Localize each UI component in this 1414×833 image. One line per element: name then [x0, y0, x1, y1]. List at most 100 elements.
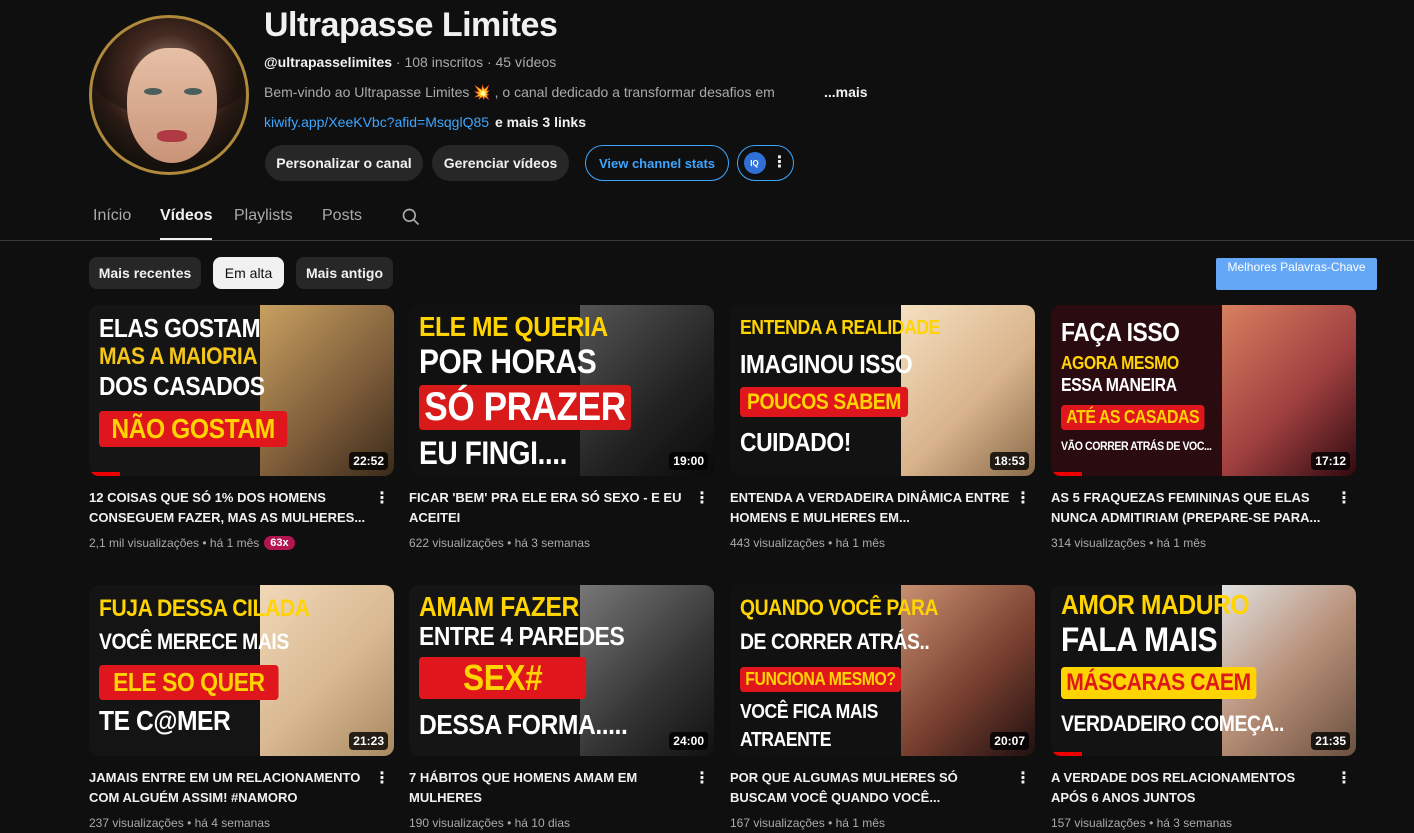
more-vert-icon[interactable]: ⋮ [374, 771, 390, 787]
video-meta: 167 visualizações • há 1 mês [730, 816, 885, 830]
meta-separator: • [1145, 816, 1157, 830]
more-vert-icon[interactable]: ⋮ [374, 491, 390, 507]
avatar-eye [184, 88, 202, 95]
thumbnail-text: ESSA MANEIRA [1061, 375, 1177, 395]
tab-playlists[interactable]: Playlists [234, 207, 293, 225]
meta-separator: • [824, 536, 836, 550]
thumbnail-text: AMAM FAZER [419, 591, 579, 622]
more-vert-icon[interactable]: ⋮ [694, 771, 710, 787]
video-thumbnail[interactable]: ENTENDA A REALIDADE IMAGINOU ISSO POUCOS S… [730, 305, 1035, 476]
avatar-lips [157, 130, 187, 142]
video-duration: 19:00 [669, 452, 708, 470]
meta-separator: • [503, 816, 515, 830]
channel-avatar[interactable] [89, 15, 249, 175]
chip-mais-recentes[interactable]: Mais recentes [89, 257, 201, 289]
video-thumbnail[interactable]: ELAS GOSTAM MAS A MAIORIA DOS CASADOS NÃO G… [89, 305, 394, 476]
customize-channel-button[interactable]: Personalizar o canal [265, 145, 423, 181]
outlier-badge: 63x [264, 536, 295, 550]
video-card[interactable]: FAÇA ISSO AGORA MESMO ESSA MANEIRA ATÉ AS C… [1051, 305, 1356, 550]
video-card[interactable]: ENTENDA A REALIDADE IMAGINOU ISSO POUCOS S… [730, 305, 1035, 550]
thumbnail-text: FALA MAIS [1061, 621, 1218, 659]
video-duration: 24:00 [669, 732, 708, 750]
video-title[interactable]: 7 HÁBITOS QUE HOMENS AMAM EM MULHERES [409, 768, 689, 808]
thumbnail-photo [1221, 305, 1356, 476]
avatar-face [127, 48, 217, 163]
video-duration: 20:07 [990, 732, 1029, 750]
thumbnail-text: CUIDADO! [740, 427, 851, 457]
video-card[interactable]: FUJA DESSA CILADA VOCÊ MERECE MAIS ELE SO … [89, 585, 394, 830]
video-meta: 443 visualizações • há 1 mês [730, 536, 885, 550]
channel-title: Ultrapasse Limites [264, 6, 558, 44]
video-card[interactable]: ELAS GOSTAM MAS A MAIORIA DOS CASADOS NÃO G… [89, 305, 394, 550]
channel-links: kiwify.app/XeeKVbc?afid=MsqglQ85 e mais … [264, 114, 586, 130]
video-card[interactable]: AMAM FAZER ENTRE 4 PAREDES SEX# DESSA FORMA… [409, 585, 714, 830]
video-card[interactable]: ELE ME QUERIA POR HORAS SÓ PRAZER EU FINGI.… [409, 305, 714, 550]
video-title[interactable]: A VERDADE DOS RELACIONAMENTOS APÓS 6 ANO… [1051, 768, 1331, 808]
thumbnail-text: FUJA DESSA CILADA [99, 595, 310, 622]
thumbnail-text: EU FINGI.... [419, 435, 568, 471]
description-more-link[interactable]: ...mais [824, 84, 868, 100]
video-thumbnail[interactable]: FAÇA ISSO AGORA MESMO ESSA MANEIRA ATÉ AS C… [1051, 305, 1356, 476]
video-thumbnail[interactable]: QUANDO VOCÊ PARA DE CORRER ATRÁS.. FUNCION… [730, 585, 1035, 756]
manage-videos-button[interactable]: Gerenciar vídeos [432, 145, 569, 181]
more-links[interactable]: e mais 3 links [495, 114, 586, 130]
thumbnail-text: AGORA MESMO [1061, 353, 1179, 373]
thumbnail-text: FUNCIONA MESMO? [740, 667, 901, 692]
thumbnail-text: MAS A MAIORIA [99, 343, 258, 370]
meta-separator: • [824, 816, 836, 830]
thumbnail-text: ELE ME QUERIA [419, 311, 608, 342]
video-card[interactable]: QUANDO VOCÊ PARA DE CORRER ATRÁS.. FUNCION… [730, 585, 1035, 830]
thumbnail-text: VÃO CORRER ATRÁS DE VOC... [1061, 439, 1212, 453]
video-card[interactable]: AMOR MADURO FALA MAIS MÁSCARAS CAEM VERDADE… [1051, 585, 1356, 830]
tab-videos[interactable]: Vídeos [160, 207, 213, 240]
video-views: 2,1 mil visualizações [89, 536, 200, 550]
thumbnail-text: DE CORRER ATRÁS.. [740, 629, 930, 654]
video-duration: 18:53 [990, 452, 1029, 470]
channel-description[interactable]: Bem-vindo ao Ultrapasse Limites 💥 , o ca… [264, 84, 868, 101]
chip-mais-antigo[interactable]: Mais antigo [296, 257, 393, 289]
chip-em-alta[interactable]: Em alta [213, 257, 284, 289]
view-channel-stats-button[interactable]: View channel stats [585, 145, 729, 181]
thumbnail-text: VOCÊ FICA MAIS [740, 701, 878, 723]
thumbnail-text: VOCÊ MERECE MAIS [99, 629, 289, 654]
video-views: 622 visualizações [409, 536, 504, 550]
video-thumbnail[interactable]: AMAM FAZER ENTRE 4 PAREDES SEX# DESSA FORMA… [409, 585, 714, 756]
more-vert-icon[interactable]: ⋮ [694, 491, 710, 507]
more-vert-icon[interactable]: ⋮ [1015, 771, 1031, 787]
video-title[interactable]: JAMAIS ENTRE EM UM RELACIONAMENTO COM AL… [89, 768, 369, 808]
video-title[interactable]: 12 COISAS QUE SÓ 1% DOS HOMENS CONSEGUEM… [89, 488, 369, 528]
thumbnail-text: DESSA FORMA..... [419, 709, 628, 740]
search-icon[interactable] [401, 207, 421, 227]
tab-inicio[interactable]: Início [93, 207, 131, 225]
video-views: 237 visualizações [89, 816, 184, 830]
thumbnail-text: MÁSCARAS CAEM [1061, 667, 1256, 699]
video-thumbnail[interactable]: ELE ME QUERIA POR HORAS SÓ PRAZER EU FINGI.… [409, 305, 714, 476]
more-vert-icon[interactable]: ⋮ [1336, 771, 1352, 787]
meta-separator: • [183, 816, 195, 830]
best-keywords-button[interactable]: Melhores Palavras-Chave [1216, 258, 1377, 290]
video-title[interactable]: FICAR 'BEM' PRA ELE ERA SÓ SEXO - E EU A… [409, 488, 689, 528]
video-age: há 10 dias [514, 816, 570, 830]
video-thumbnail[interactable]: AMOR MADURO FALA MAIS MÁSCARAS CAEM VERDADE… [1051, 585, 1356, 756]
thumbnail-text: ATÉ AS CASADAS [1061, 405, 1205, 430]
meta-separator: • [503, 536, 515, 550]
video-thumbnail[interactable]: FUJA DESSA CILADA VOCÊ MERECE MAIS ELE SO … [89, 585, 394, 756]
video-meta: 2,1 mil visualizações • há 1 mês 63x [89, 536, 295, 550]
thumbnail-text: QUANDO VOCÊ PARA [740, 595, 939, 620]
thumbnail-photo [259, 305, 394, 476]
video-title[interactable]: AS 5 FRAQUEZAS FEMININAS QUE ELAS NUNCA … [1051, 488, 1331, 528]
extension-menu-button[interactable]: IQ ⋮ [737, 145, 794, 181]
thumbnail-text: ELAS GOSTAM [99, 313, 261, 343]
video-title[interactable]: ENTENDA A VERDADEIRA DINÂMICA ENTRE HOME… [730, 488, 1010, 528]
channel-stats: · 108 inscritos · 45 vídeos [392, 54, 557, 70]
video-age: há 3 semanas [514, 536, 590, 550]
more-vert-icon[interactable]: ⋮ [1336, 491, 1352, 507]
video-age: há 1 mês [1156, 536, 1206, 550]
video-title[interactable]: POR QUE ALGUMAS MULHERES SÓ BUSCAM VOCÊ … [730, 768, 1010, 808]
thumbnail-text: POUCOS SABEM [740, 387, 909, 417]
channel-link[interactable]: kiwify.app/XeeKVbc?afid=MsqglQ85 [264, 114, 489, 130]
video-age: há 3 semanas [1156, 816, 1232, 830]
tab-posts[interactable]: Posts [322, 207, 362, 225]
more-vert-icon[interactable]: ⋮ [1015, 491, 1031, 507]
video-meta: 314 visualizações • há 1 mês [1051, 536, 1206, 550]
